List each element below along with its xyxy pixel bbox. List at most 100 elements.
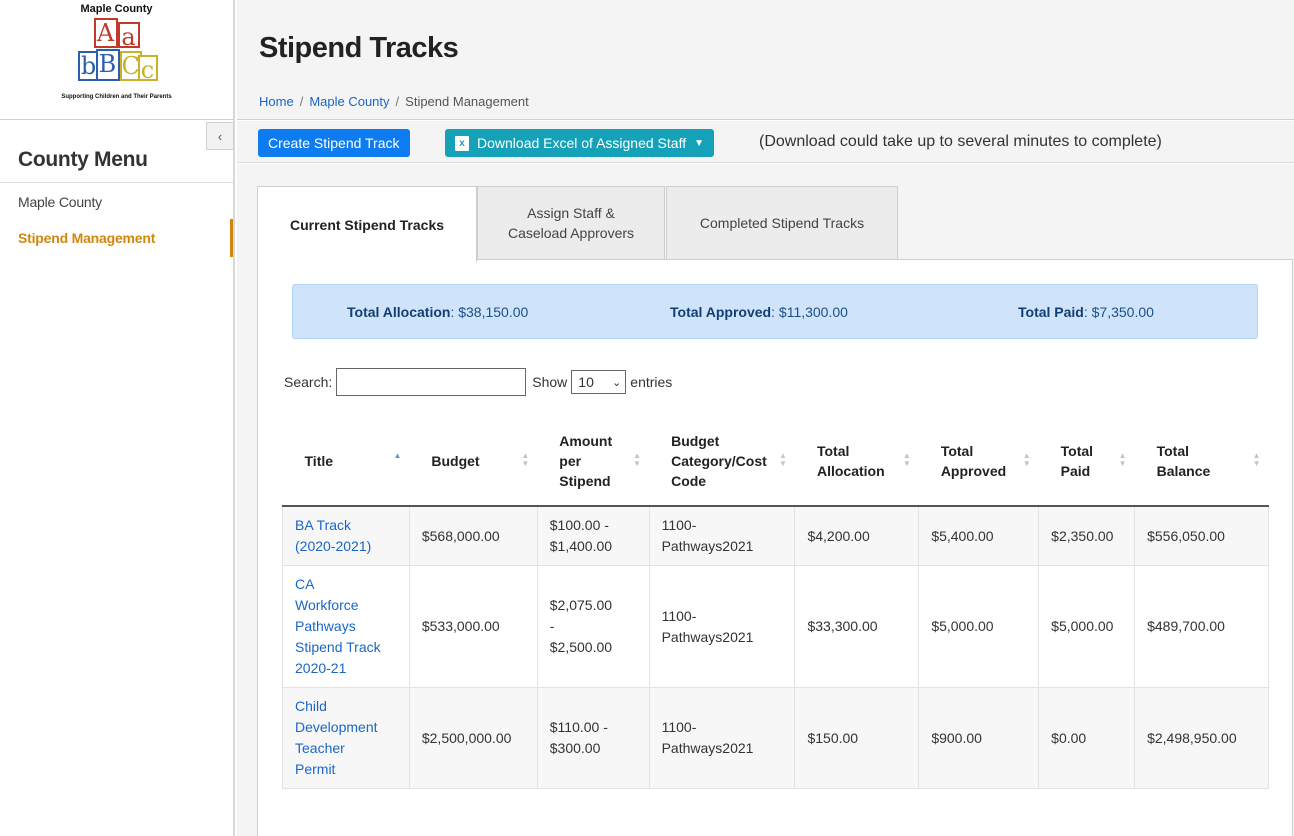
title-line: Stipend Track [295,639,381,655]
track-title-link[interactable]: CA Workforce Pathways Stipend Track 2020-21 [295,574,397,679]
column-header-label: Total [1156,442,1189,459]
column-header-label: Total [940,442,974,459]
breadcrumb: Home / Maple County / Stipend Management [259,94,529,109]
logo-block: c [137,55,158,83]
totals-banner: Total Allocation: $38,150.00 Total Appro… [292,284,1258,339]
cell-code: 1100- Pathways2021 [648,505,796,566]
column-header-total-approved[interactable]: Total Approved ▲ ▼ [918,416,1039,507]
sort-icon: ▲ ▼ [779,451,787,468]
total-allocation-label: Total Allocation [347,304,451,320]
stipend-tracks-table: Title ▲ Budget ▲ ▼ Amount per Stipend ▲ ▼ Budge… [282,416,1269,789]
amount-line: $2,500.00 [549,639,613,655]
table-controls: Search: Show 10 ⌄ entries [284,368,672,396]
collapse-sidebar-button[interactable]: ‹ [206,122,234,150]
table-header-row: Title ▲ Budget ▲ ▼ Amount per Stipend ▲ ▼ Budge… [282,416,1269,507]
title-line: Workforce [295,597,359,613]
column-header-label: Category/Cost [671,452,767,469]
tab-current-stipend-tracks[interactable]: Current Stipend Tracks [257,186,477,262]
show-label: Show [532,374,568,390]
tab-completed-stipend-tracks[interactable]: Completed Stipend Tracks [666,186,898,260]
cell-balance: $556,050.00 [1134,505,1269,566]
sidebar: Maple County A a b B C c Supporting Chil… [0,0,235,836]
track-title-link[interactable]: Child Development Teacher Permit [295,696,397,780]
column-header-label: Balance [1156,462,1211,479]
total-approved-label: Total Approved [670,304,772,320]
cell-title: CA Workforce Pathways Stipend Track 2020-21 [282,565,410,688]
column-header-amount-per-stipend[interactable]: Amount per Stipend ▲ ▼ [537,416,650,507]
entries-select[interactable]: 10 ⌄ [571,370,627,394]
column-header-budget-category[interactable]: Budget Category/Cost Code ▲ ▼ [649,416,795,507]
cell-balance: $489,700.00 [1134,565,1269,688]
title-line: 2020-21 [295,660,347,676]
logo-tagline: Supporting Children and Their Parents [61,94,172,100]
total-approved-value: : $11,300.00 [771,304,848,320]
cell-title: Child Development Teacher Permit [282,687,410,789]
cell-code: 1100- Pathways2021 [648,687,796,789]
main-content: Current Stipend Tracks Assign Staff & Ca… [237,164,1294,836]
column-header-label: Title [304,452,334,469]
title-line: Teacher [295,740,345,756]
create-stipend-track-button[interactable]: Create Stipend Track [258,129,410,157]
county-logo[interactable]: Maple County A a b B C c Supporting Chil… [0,0,233,120]
entries-select-value: 10 [578,374,594,390]
column-header-label: Allocation [816,462,885,479]
column-header-label: per [559,452,582,469]
sidebar-item-stipend-management[interactable]: Stipend Management [18,230,155,246]
amount-line: $1,400.00 [549,538,613,554]
total-paid: Total Paid: $7,350.00 [1018,304,1154,320]
download-excel-dropdown-button[interactable]: x Download Excel of Assigned Staff ▼ [445,129,714,157]
toolbar: Create Stipend Track x Download Excel of… [237,121,1294,163]
sidebar-item-maple-county[interactable]: Maple County [18,194,102,210]
amount-line: $100.00 - [549,517,609,533]
amount-line: $2,075.00 [549,597,613,613]
breadcrumb-current: Stipend Management [405,94,529,109]
sort-icon: ▲ ▼ [633,451,642,468]
code-line: 1100- [661,517,697,533]
amount-line: - [549,618,555,634]
total-paid-value: : $7,350.00 [1083,304,1154,320]
cell-budget: $2,500,000.00 [408,687,538,789]
cell-code: 1100- Pathways2021 [648,565,796,688]
sidebar-divider [0,182,233,183]
cell-budget: $533,000.00 [408,565,538,688]
cell-approved: $5,000.00 [918,565,1040,688]
cell-amount: $2,075.00 - $2,500.00 [536,565,650,688]
cell-approved: $5,400.00 [918,505,1040,566]
cell-allocation: $33,300.00 [794,565,920,688]
breadcrumb-separator: / [299,94,304,109]
tab-assign-staff[interactable]: Assign Staff & Caseload Approvers [477,186,665,260]
logo-block: B [95,49,120,81]
cell-balance: $2,498,950.00 [1134,687,1269,789]
code-line: Pathways2021 [661,628,754,645]
cell-title: BA Track (2020-2021) [282,505,410,566]
active-indicator [230,219,233,257]
track-title-link[interactable]: BA Track (2020-2021) [295,515,397,557]
column-header-label: Amount [559,432,613,449]
search-input[interactable] [336,368,527,396]
sort-icon: ▲ ▼ [1022,451,1031,468]
breadcrumb-home[interactable]: Home [259,94,294,109]
sort-icon: ▲ ▼ [902,451,911,468]
column-header-title[interactable]: Title ▲ [282,416,410,507]
page-title: Stipend Tracks [259,32,459,64]
cell-amount: $110.00 - $300.00 [536,687,650,789]
column-header-total-balance[interactable]: Total Balance ▲ ▼ [1134,416,1269,507]
column-header-total-paid[interactable]: Total Paid ▲ ▼ [1038,416,1135,507]
total-approved: Total Approved: $11,300.00 [670,304,848,320]
column-header-label: Approved [940,462,1007,479]
column-header-budget[interactable]: Budget ▲ ▼ [409,416,538,507]
chevron-left-icon: ‹ [217,128,223,144]
column-header-label: Total [1060,442,1094,459]
title-line: BA Track [295,517,352,533]
excel-file-icon: x [455,135,469,151]
tab-label-line: Assign Staff & [527,205,615,221]
column-header-total-allocation[interactable]: Total Allocation ▲ ▼ [794,416,919,507]
cell-allocation: $4,200.00 [794,505,920,566]
code-line: 1100- [661,607,697,624]
breadcrumb-maple-county[interactable]: Maple County [309,94,389,109]
code-line: Pathways2021 [661,740,754,756]
sort-icon: ▲ ▼ [1252,451,1261,468]
column-header-label: Code [671,472,707,489]
amount-line: $300.00 [549,740,601,756]
sort-icon: ▲ ▼ [1118,451,1127,468]
